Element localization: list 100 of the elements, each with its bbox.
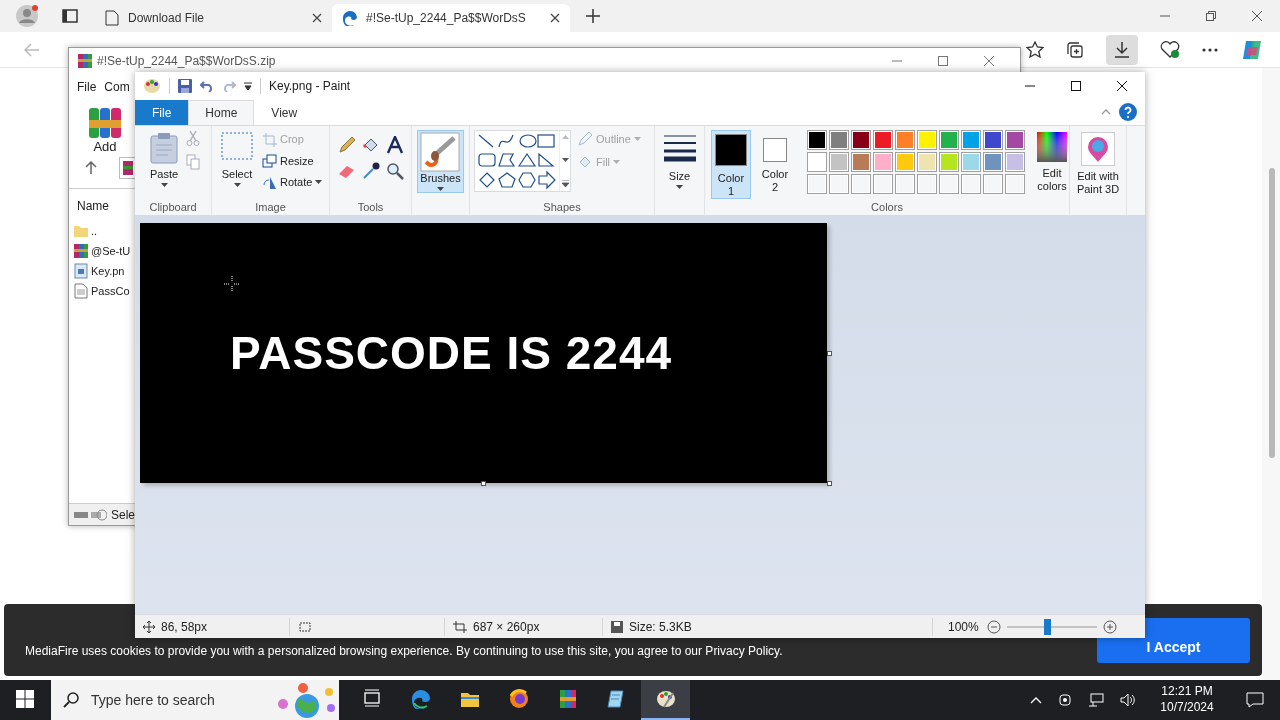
resize-handle[interactable] bbox=[827, 351, 832, 356]
file-name[interactable]: PassCo bbox=[91, 282, 130, 300]
more-icon[interactable] bbox=[1202, 47, 1218, 52]
paste-button[interactable]: Paste bbox=[146, 130, 182, 189]
color-swatch[interactable] bbox=[961, 130, 981, 150]
search-bar[interactable]: Type here to search bbox=[51, 680, 339, 720]
network-icon[interactable] bbox=[1088, 693, 1104, 707]
file-name[interactable]: .. bbox=[91, 222, 98, 240]
file-name[interactable]: Key.pn bbox=[91, 262, 125, 280]
scroll-down-icon[interactable] bbox=[561, 157, 569, 162]
menu-item[interactable]: File bbox=[77, 78, 97, 96]
help-icon[interactable] bbox=[1119, 103, 1137, 121]
chevron-up-icon[interactable] bbox=[1030, 696, 1042, 704]
clock-date[interactable]: 10/7/2024 bbox=[1152, 700, 1222, 716]
empty-color-swatch[interactable] bbox=[983, 174, 1003, 194]
zoom-slider-thumb[interactable] bbox=[1044, 618, 1052, 635]
empty-color-swatch[interactable] bbox=[917, 174, 937, 194]
empty-color-swatch[interactable] bbox=[829, 174, 849, 194]
meet-icon[interactable] bbox=[1058, 693, 1072, 707]
menu-item[interactable]: Com bbox=[104, 78, 130, 96]
up-arrow-icon[interactable] bbox=[85, 161, 97, 175]
empty-color-swatch[interactable] bbox=[939, 174, 959, 194]
tab-actions-icon[interactable] bbox=[62, 9, 78, 23]
empty-color-swatch[interactable] bbox=[807, 174, 827, 194]
color-swatch[interactable] bbox=[807, 152, 827, 172]
size-button[interactable]: Size bbox=[660, 132, 699, 191]
taskbar-app[interactable] bbox=[641, 680, 690, 720]
color-swatch[interactable] bbox=[1005, 130, 1025, 150]
collections-icon[interactable] bbox=[1066, 40, 1084, 59]
text-icon[interactable] bbox=[385, 136, 404, 154]
rotate-button[interactable]: Rotate bbox=[260, 173, 325, 192]
add-button[interactable]: Add bbox=[85, 104, 125, 157]
color-swatch[interactable] bbox=[917, 130, 937, 150]
color-swatch[interactable] bbox=[917, 152, 937, 172]
color-swatch[interactable] bbox=[873, 130, 893, 150]
empty-color-swatch[interactable] bbox=[961, 174, 981, 194]
resize-handle[interactable] bbox=[827, 481, 832, 486]
shapes-gallery[interactable] bbox=[474, 130, 571, 192]
color-swatch[interactable] bbox=[829, 152, 849, 172]
new-tab-icon[interactable] bbox=[586, 9, 600, 23]
color-swatch[interactable] bbox=[873, 152, 893, 172]
dropdown-icon[interactable] bbox=[244, 82, 252, 90]
clock-time[interactable]: 12:21 PM bbox=[1152, 684, 1222, 700]
resize-button[interactable]: Resize bbox=[260, 151, 325, 170]
close-icon[interactable] bbox=[312, 13, 322, 23]
color-swatch[interactable] bbox=[939, 152, 959, 172]
volume-icon[interactable] bbox=[1120, 693, 1136, 707]
empty-color-swatch[interactable] bbox=[895, 174, 915, 194]
color-swatch[interactable] bbox=[983, 152, 1003, 172]
caret-icon bbox=[315, 180, 323, 185]
color-swatch[interactable] bbox=[829, 130, 849, 150]
collapse-icon[interactable] bbox=[1101, 109, 1111, 115]
ribbon-tab[interactable]: View bbox=[254, 100, 315, 125]
downloads-button[interactable] bbox=[1106, 34, 1138, 65]
notification-icon[interactable] bbox=[1246, 692, 1264, 708]
color-swatch[interactable] bbox=[983, 130, 1003, 150]
color-swatch[interactable] bbox=[1005, 152, 1025, 172]
expand-icon[interactable] bbox=[561, 180, 569, 187]
zoom-out-icon[interactable] bbox=[986, 619, 1001, 634]
empty-color-swatch[interactable] bbox=[1005, 174, 1025, 194]
brushes-button[interactable]: Brushes bbox=[417, 130, 464, 193]
zoom-in-icon[interactable] bbox=[1102, 619, 1117, 634]
dashed-rectangle-icon bbox=[221, 132, 253, 160]
image-canvas[interactable]: PASSCODE IS 2244 bbox=[140, 223, 827, 483]
color-swatch[interactable] bbox=[939, 130, 959, 150]
resize-handle[interactable] bbox=[481, 481, 486, 486]
favorites-icon[interactable] bbox=[1026, 40, 1044, 59]
empty-color-swatch[interactable] bbox=[873, 174, 893, 194]
color-swatch[interactable] bbox=[895, 130, 915, 150]
profile-icon[interactable] bbox=[16, 5, 38, 27]
pencil-icon[interactable] bbox=[337, 136, 356, 154]
scrollbar-thumb[interactable] bbox=[1269, 168, 1275, 458]
close-icon[interactable] bbox=[550, 13, 560, 23]
select-button[interactable]: Select bbox=[218, 130, 256, 189]
color-swatch[interactable] bbox=[895, 152, 915, 172]
ribbon-tab[interactable]: Home bbox=[188, 100, 255, 125]
file-name[interactable]: @Se-tU bbox=[91, 242, 131, 260]
color-swatch[interactable] bbox=[807, 130, 827, 150]
color-picker-icon[interactable] bbox=[361, 162, 380, 180]
undo-icon[interactable] bbox=[200, 80, 214, 92]
color-swatch[interactable] bbox=[961, 152, 981, 172]
color-swatch[interactable] bbox=[851, 130, 871, 150]
color-swatch[interactable] bbox=[851, 152, 871, 172]
browser-tab[interactable]: #!Se-tUp_2244_Pa$$WorDsS bbox=[332, 4, 570, 32]
color-spectrum-icon bbox=[1037, 132, 1067, 162]
save-icon[interactable] bbox=[178, 79, 192, 93]
column-header[interactable]: Name bbox=[77, 199, 109, 213]
heart-pulse-icon[interactable] bbox=[1160, 40, 1180, 59]
color-slot[interactable]: Color 1 bbox=[711, 130, 751, 200]
empty-color-swatch[interactable] bbox=[851, 174, 871, 194]
fill-bucket-icon[interactable] bbox=[361, 136, 380, 154]
ribbon-tab[interactable]: File bbox=[135, 100, 189, 125]
task-view-icon bbox=[361, 689, 382, 709]
copilot-icon[interactable] bbox=[1240, 38, 1264, 61]
swirl-icon bbox=[342, 10, 358, 26]
browser-tab[interactable]: Download File bbox=[94, 4, 332, 32]
tab-title: Download File bbox=[128, 10, 206, 27]
magnifier-icon[interactable] bbox=[385, 162, 404, 180]
color-slot[interactable]: Color 2 bbox=[755, 130, 795, 200]
search-field[interactable]: Type here to search bbox=[89, 688, 259, 712]
